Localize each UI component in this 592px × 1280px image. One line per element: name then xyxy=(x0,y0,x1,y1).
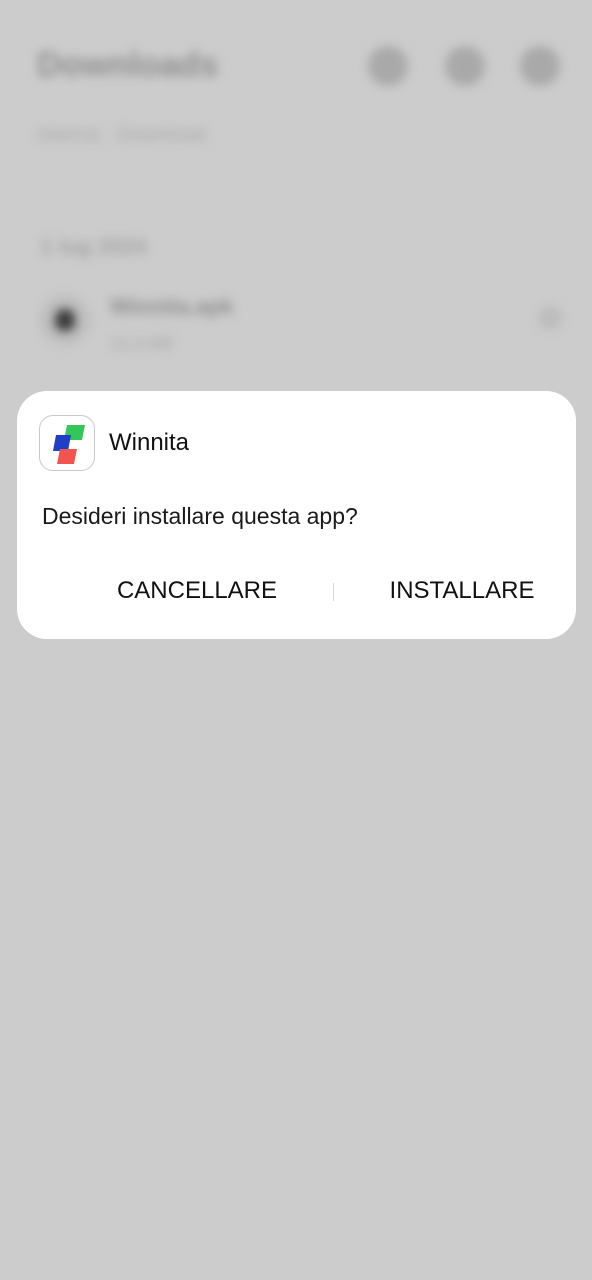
app-logo-icon xyxy=(39,415,95,471)
cancel-button[interactable]: CANCELLARE xyxy=(97,567,297,615)
app-name: Winnita xyxy=(109,429,190,456)
page-title: Downloads xyxy=(37,46,219,84)
background-downloads-screen: Downloads Interna · Download 1 lug 2024 … xyxy=(0,0,592,1280)
android-file-icon xyxy=(40,295,90,345)
file-name: Winnita.apk xyxy=(110,294,234,319)
install-dialog: Winnita Desideri installare questa app? … xyxy=(17,391,576,639)
file-meta: 12,4 MB xyxy=(110,334,174,353)
search-icon xyxy=(445,46,485,86)
storage-path: Interna · Download xyxy=(37,124,206,146)
install-question: Desideri installare questa app? xyxy=(42,503,358,529)
more-options-icon xyxy=(520,46,560,86)
install-button[interactable]: INSTALLARE xyxy=(367,567,557,615)
button-divider xyxy=(333,583,334,601)
date-header: 1 lug 2024 xyxy=(40,234,147,259)
file-more-icon xyxy=(538,306,562,330)
filter-icon xyxy=(368,46,408,86)
